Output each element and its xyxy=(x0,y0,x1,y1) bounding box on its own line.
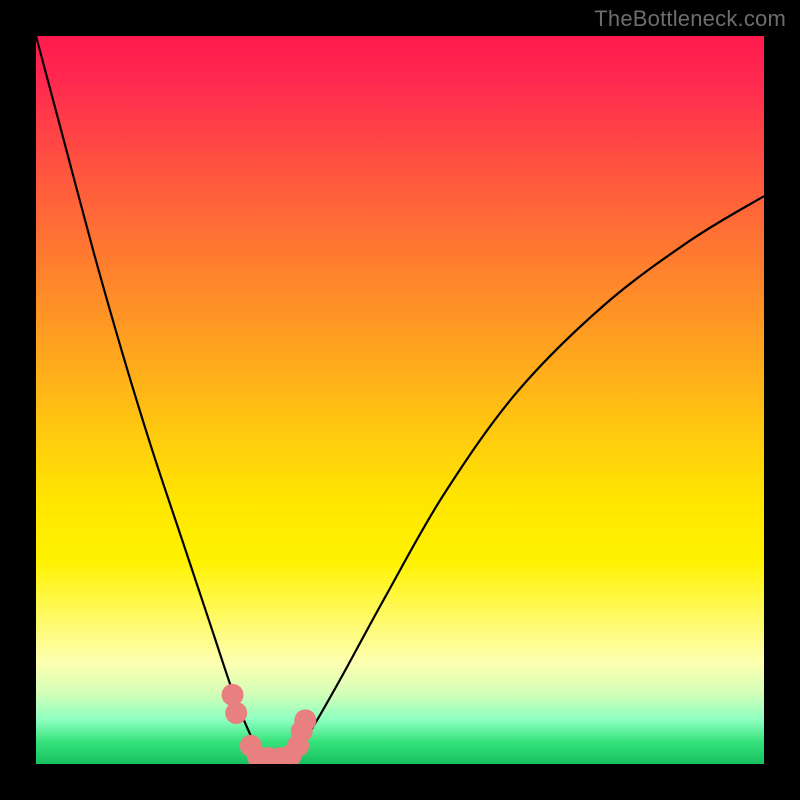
highlight-markers xyxy=(222,684,317,764)
bottleneck-curve xyxy=(36,36,764,762)
plot-area xyxy=(36,36,764,764)
marker-point xyxy=(225,702,247,724)
marker-point xyxy=(294,709,316,731)
curve-line xyxy=(36,36,764,762)
watermark-text: TheBottleneck.com xyxy=(594,6,786,32)
marker-point xyxy=(222,684,244,706)
curve-layer xyxy=(36,36,764,764)
chart-frame: TheBottleneck.com xyxy=(0,0,800,800)
